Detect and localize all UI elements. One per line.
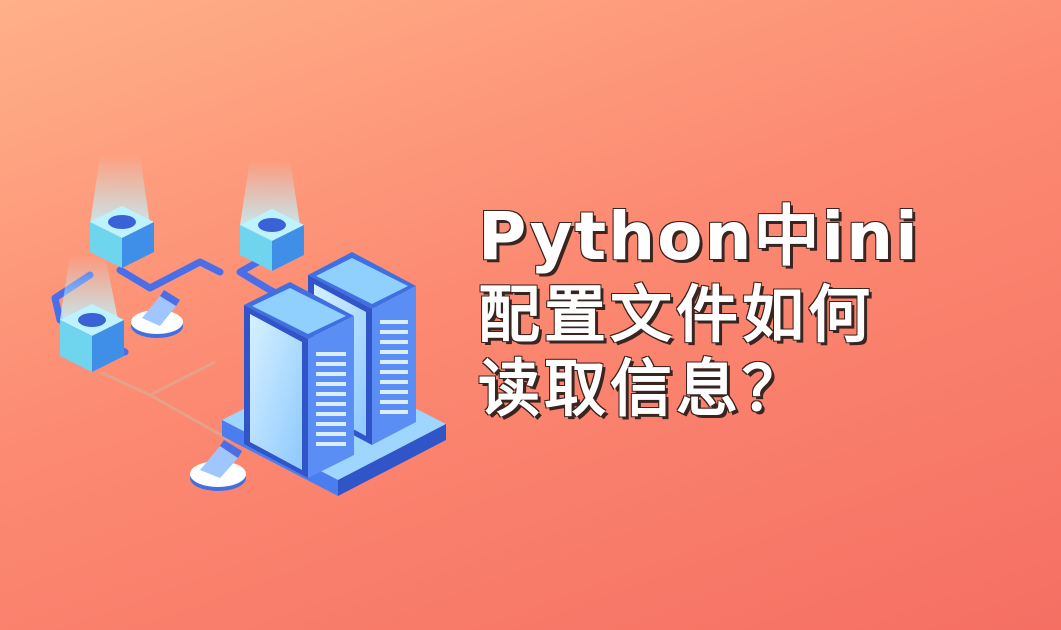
connector-cable-icon — [190, 440, 246, 491]
network-node-icon — [90, 155, 154, 268]
headline-line-2: 配置文件如何 — [478, 278, 875, 351]
network-node-icon — [240, 160, 304, 271]
network-lines-thin — [99, 360, 231, 442]
network-node-icon — [60, 255, 124, 372]
headline: Python中ini 配置文件如何 读取信息？ — [478, 196, 1038, 426]
server-rack-icon — [244, 282, 354, 478]
headline-line-3: 读取信息？ — [478, 352, 809, 425]
connector-cable-icon — [131, 290, 183, 338]
headline-line-1: Python中ini — [478, 198, 920, 275]
